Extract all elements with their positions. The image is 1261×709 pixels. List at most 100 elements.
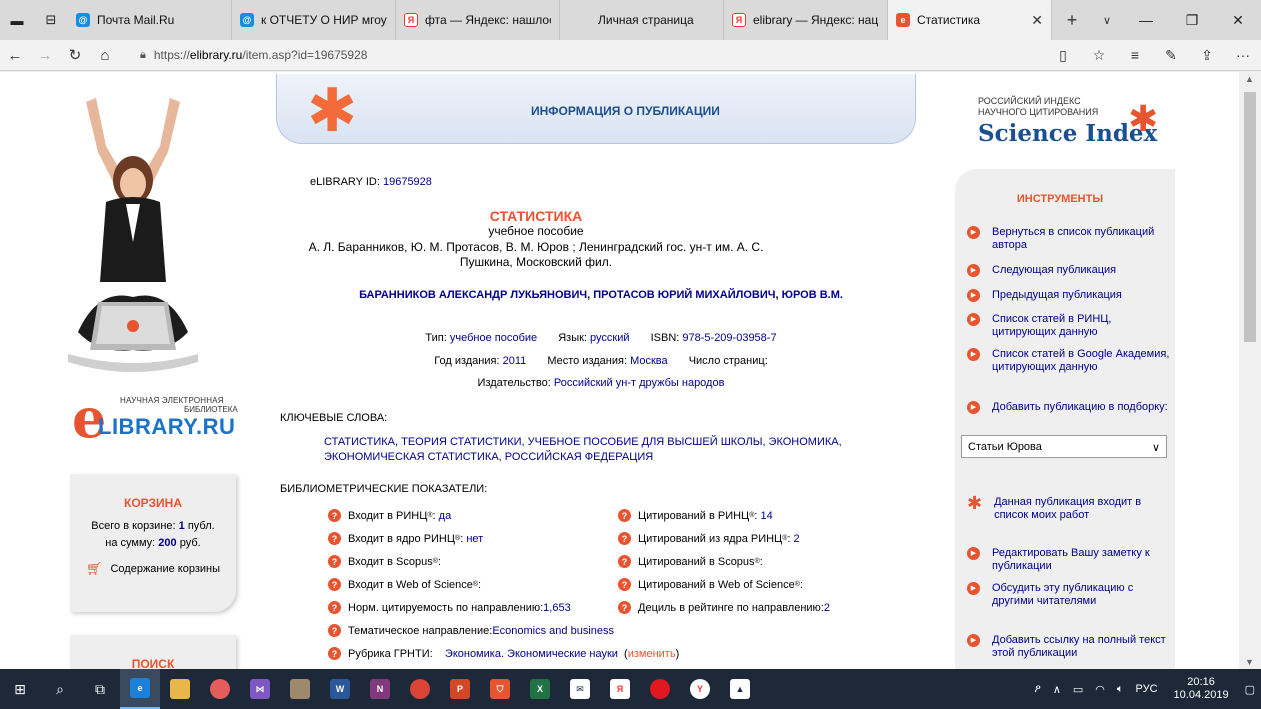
tool-discuss[interactable]: ▶ Обсудить эту публикацию с другими читат… <box>967 582 1173 608</box>
close-window-icon[interactable]: ✕ <box>1215 0 1261 40</box>
clock[interactable]: 20:16 10.04.2019 <box>1174 676 1229 702</box>
yandex-browser-icon[interactable]: Y <box>680 669 720 709</box>
elibrary-id-link[interactable]: 19675928 <box>383 176 432 188</box>
refresh-icon[interactable]: ↻ <box>60 46 90 64</box>
collection-select[interactable]: Статьи Юрова ∨ <box>961 435 1167 458</box>
author-link[interactable]: БАРАННИКОВ АЛЕКСАНДР ЛУКЬЯНОВИЧ <box>359 289 587 301</box>
type-value[interactable]: учебное пособие <box>450 332 537 344</box>
people-icon[interactable]: ዖ <box>1034 683 1040 696</box>
elibrary-icon: e <box>896 13 910 27</box>
arrow-right-icon: ▶ <box>967 313 980 326</box>
browser-tab[interactable]: @ к ОТЧЕТУ О НИР мгоу <box>232 0 396 40</box>
favorite-star-icon[interactable]: ☆ <box>1081 47 1117 64</box>
chrome-icon[interactable] <box>400 669 440 709</box>
help-icon[interactable]: ? <box>328 509 341 522</box>
reading-view-icon[interactable]: ▯ <box>1045 47 1081 64</box>
start-icon[interactable]: ⊞ <box>0 669 40 709</box>
scroll-up-icon[interactable]: ▲ <box>1245 74 1254 84</box>
url-field[interactable]: 🔒︎ https://elibrary.ru/item.asp?id=19675… <box>140 48 1000 62</box>
restore-icon[interactable]: ❐ <box>1169 0 1215 40</box>
help-icon[interactable]: ? <box>618 509 631 522</box>
excel-icon[interactable]: X <box>520 669 560 709</box>
tool-rinc-citing-list[interactable]: ▶ Список статей в РИНЦ, цитирующих данную <box>967 313 1173 339</box>
forward-icon[interactable]: → <box>30 47 60 64</box>
scroll-down-icon[interactable]: ▼ <box>1245 657 1254 667</box>
search-icon[interactable]: ⌕ <box>40 669 80 709</box>
help-icon[interactable]: ? <box>328 555 341 568</box>
browser-tab[interactable]: @ Почта Mail.Ru <box>68 0 232 40</box>
tool-my-works[interactable]: ✱ Данная публикация входит в список моих … <box>967 494 1173 522</box>
set-aside-tabs-icon[interactable]: ▬ <box>0 0 34 40</box>
help-icon[interactable]: ? <box>618 555 631 568</box>
edge-icon[interactable]: e <box>120 669 160 709</box>
language-value[interactable]: русский <box>590 332 629 344</box>
help-icon[interactable]: ? <box>328 601 341 614</box>
tool-edit-note[interactable]: ▶ Редактировать Вашу заметку к публикации <box>967 547 1173 573</box>
task-view-icon[interactable]: ⧉ <box>80 669 120 709</box>
notifications-icon[interactable]: ▢ <box>1245 683 1255 696</box>
tool-add-fulltext-link[interactable]: ▶ Добавить ссылку на полный текст этой пу… <box>967 634 1173 660</box>
volume-icon[interactable]: 🔈︎ <box>1117 683 1124 696</box>
tool-add-to-collection[interactable]: ▶ Добавить публикацию в подборку: <box>967 401 1173 414</box>
publisher-link[interactable]: Российский ун-т дружбы народов <box>554 377 725 389</box>
tray-expand-icon[interactable]: ∧ <box>1053 683 1061 696</box>
author-link[interactable]: ПРОТАСОВ ЮРИЙ МИХАЙЛОВИЧ <box>593 289 775 301</box>
vertical-scrollbar[interactable]: ▲ ▼ <box>1239 72 1261 669</box>
pen-icon[interactable]: ✎ <box>1153 47 1189 64</box>
help-icon[interactable]: ? <box>328 647 341 660</box>
new-tab-button[interactable]: + <box>1052 0 1092 40</box>
tool-back-to-author-list[interactable]: ▶ Вернуться в список публикаций автора <box>967 226 1173 252</box>
browser-tab-active[interactable]: e Статистика ✕ <box>888 0 1052 40</box>
mail-icon[interactable]: ✉ <box>560 669 600 709</box>
help-icon[interactable]: ? <box>328 578 341 591</box>
help-icon[interactable]: ? <box>618 578 631 591</box>
place-value[interactable]: Москва <box>630 355 668 367</box>
close-tab-icon[interactable]: ✕ <box>1031 12 1043 29</box>
science-index-logo[interactable]: РОССИЙСКИЙ ИНДЕКС НАУЧНОГО ЦИТИРОВАНИЯ S… <box>978 96 1178 156</box>
archive-icon[interactable] <box>280 669 320 709</box>
store-icon[interactable]: ⛉ <box>480 669 520 709</box>
year-value[interactable]: 2011 <box>503 355 527 367</box>
browser-tab[interactable]: Личная страница <box>560 0 724 40</box>
help-icon[interactable]: ? <box>328 624 341 637</box>
help-icon[interactable]: ? <box>618 601 631 614</box>
minimize-icon[interactable]: — <box>1123 0 1169 40</box>
yandex-icon[interactable]: Я <box>600 669 640 709</box>
browser-tab[interactable]: Яelibrary — Яндекс: нац <box>724 0 888 40</box>
keywords-list[interactable]: СТАТИСТИКА, ТЕОРИЯ СТАТИСТИКИ, УЧЕБНОЕ П… <box>324 435 884 465</box>
more-icon[interactable]: ··· <box>1225 47 1261 64</box>
help-icon[interactable]: ? <box>328 532 341 545</box>
change-grnti-link[interactable]: изменить <box>628 648 676 660</box>
tool-previous-publication[interactable]: ▶ Предыдущая публикация <box>967 289 1173 302</box>
photos-app-icon[interactable]: ▲ <box>720 669 760 709</box>
opera-icon[interactable] <box>640 669 680 709</box>
elibrary-logo[interactable]: e НАУЧНАЯ ЭЛЕКТРОННАЯ БИБЛИОТЕКА LIBRARY… <box>72 386 242 450</box>
powerpoint-icon[interactable]: P <box>440 669 480 709</box>
network-icon[interactable]: ▭ <box>1073 683 1083 696</box>
photos-icon[interactable] <box>200 669 240 709</box>
tool-next-publication[interactable]: ▶ Следующая публикация <box>967 264 1173 277</box>
file-explorer-icon[interactable] <box>160 669 200 709</box>
scrollbar-thumb[interactable] <box>1244 92 1256 342</box>
back-icon[interactable]: ← <box>0 47 30 64</box>
norm-citation-row: ? Норм. цитируемость по направлению: 1,65… <box>328 601 571 614</box>
help-icon[interactable]: ? <box>618 532 631 545</box>
visual-studio-icon[interactable]: ⋈ <box>240 669 280 709</box>
wifi-icon[interactable]: ◠ <box>1095 683 1105 696</box>
chevron-down-icon[interactable]: ∨ <box>1092 0 1122 40</box>
tab-preview-icon[interactable]: ⊟ <box>34 0 68 40</box>
tool-google-scholar-citing-list[interactable]: ▶ Список статей в Google Академия, цитиру… <box>967 348 1173 374</box>
home-icon[interactable]: ⌂ <box>90 47 120 64</box>
share-icon[interactable]: ⇪ <box>1189 47 1225 64</box>
author-link[interactable]: ЮРОВ В.М. <box>782 289 843 301</box>
citations-core-row: ? Цитирований из ядра РИНЦ ®: 2 <box>618 532 800 545</box>
favorites-hub-icon[interactable]: ≡ <box>1117 47 1153 64</box>
cart-content-link[interactable]: 🛒︎ Содержание корзины <box>70 561 236 577</box>
language-indicator[interactable]: РУС <box>1136 683 1158 695</box>
arrow-right-icon: ▶ <box>967 264 980 277</box>
onenote-icon[interactable]: N <box>360 669 400 709</box>
yandex-icon: Я <box>732 13 746 27</box>
browser-tab[interactable]: Яфта — Яндекс: нашлос <box>396 0 560 40</box>
publication-meta-row: Тип: учебное пособие Язык: русский ISBN:… <box>425 332 777 344</box>
word-icon[interactable]: W <box>320 669 360 709</box>
